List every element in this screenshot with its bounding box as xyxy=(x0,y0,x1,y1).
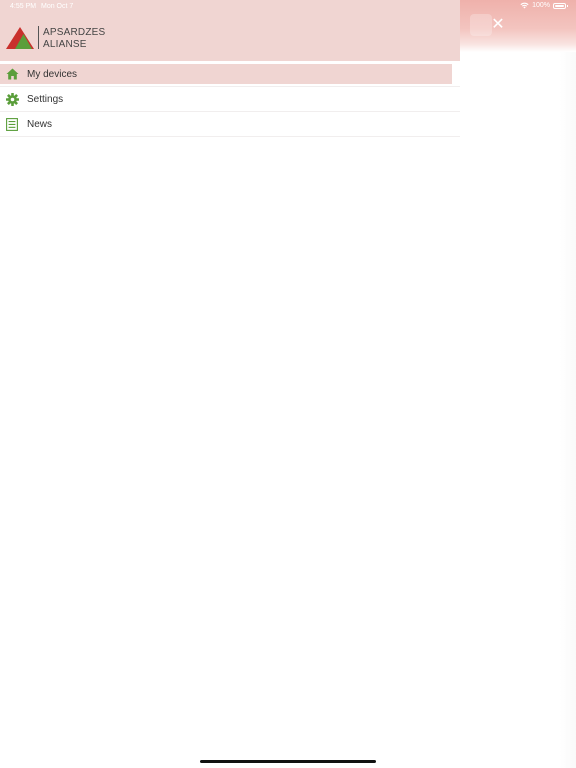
menu-item-news[interactable]: News xyxy=(0,112,460,137)
status-date: Mon Oct 7 xyxy=(41,3,74,10)
logo-mark-icon xyxy=(6,26,34,50)
battery-icon xyxy=(553,2,568,9)
battery-percent: 100% xyxy=(532,2,550,9)
brand-logo-text: APSARDZES ALIANSE xyxy=(43,27,105,51)
news-list-icon xyxy=(5,117,19,131)
home-indicator[interactable] xyxy=(200,760,376,763)
battery-fill xyxy=(555,4,564,7)
drawer-menu: My devices Settings News xyxy=(0,62,460,137)
menu-item-my-devices[interactable]: My devices xyxy=(0,62,460,87)
status-right: 100% xyxy=(520,2,568,9)
menu-item-settings[interactable]: Settings xyxy=(0,87,460,112)
background-action-icon xyxy=(470,14,492,36)
brand-line-1: APSARDZES xyxy=(43,27,106,38)
menu-label: News xyxy=(27,118,53,130)
wifi-icon xyxy=(520,2,529,9)
home-icon xyxy=(5,67,19,81)
logo-divider xyxy=(38,26,39,49)
status-bar: 4:55 PM Mon Oct 7 100% xyxy=(0,0,576,14)
brand-line-2: ALIANSE xyxy=(43,39,87,50)
gear-icon xyxy=(5,92,19,106)
menu-label: Settings xyxy=(27,93,64,105)
screen: ✕ 4:55 PM Mon Oct 7 100% APSARDZES ALIAN… xyxy=(0,0,576,768)
navigation-drawer: APSARDZES ALIANSE My devices Settings Ne… xyxy=(0,0,460,768)
status-time: 4:55 PM xyxy=(10,3,37,10)
background-edge xyxy=(560,52,576,768)
menu-label: My devices xyxy=(27,68,78,80)
close-icon[interactable]: ✕ xyxy=(490,17,506,33)
